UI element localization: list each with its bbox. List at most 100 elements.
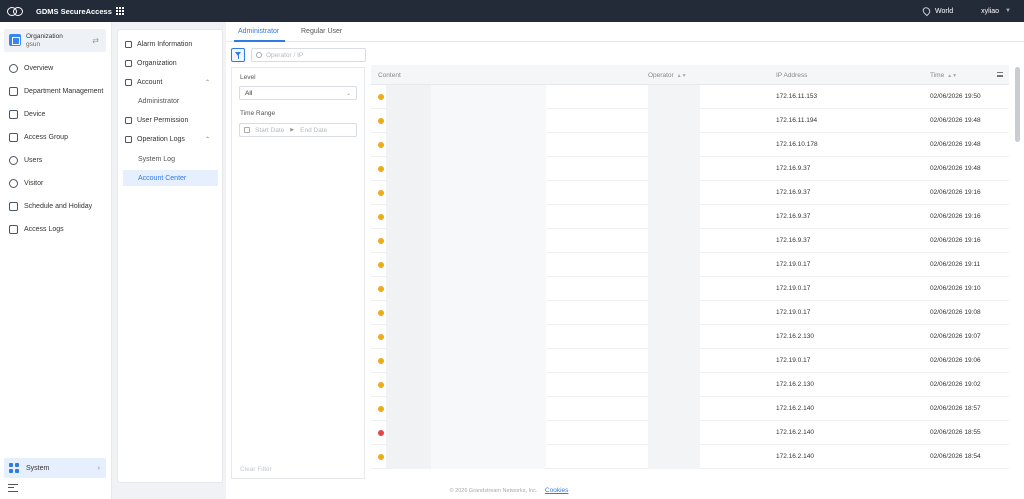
date-range-picker[interactable]: Start Date ▶ End Date (239, 123, 357, 137)
submenu-account[interactable]: Account ⌃ (118, 74, 222, 90)
submenu-label: System Log (138, 155, 175, 163)
nav-item-overview[interactable]: Overview (0, 60, 112, 76)
table-row[interactable]: 172.16.10.178 02/06/2026 19:48 (371, 133, 1009, 157)
time-cell: 02/06/2026 19:16 (930, 237, 981, 244)
chevron-down-icon[interactable]: ▼ (1005, 8, 1011, 14)
redacted-cell (648, 301, 700, 325)
warning-level-icon (378, 382, 384, 388)
redacted-cell (431, 109, 546, 133)
nav-item-department-management[interactable]: Department Management (0, 83, 112, 99)
organization-switcher[interactable]: Organization gsun ⇄ (4, 29, 106, 52)
search-box (251, 48, 366, 62)
overview-icon (9, 63, 18, 73)
clear-filter-button[interactable]: Clear Filter (240, 466, 272, 473)
submenu-system-log[interactable]: System Log (118, 151, 222, 167)
ip-address-cell: 172.16.9.37 (776, 213, 811, 220)
range-separator: ▶ (290, 127, 295, 133)
submenu-alarm-information[interactable]: Alarm Information (118, 36, 222, 52)
submenu-user-permission[interactable]: User Permission (118, 112, 222, 128)
organization-name: gsun (26, 41, 41, 48)
cookies-link[interactable]: Cookies (545, 487, 568, 494)
collapse-menu-icon[interactable] (8, 484, 18, 492)
redacted-cell (386, 373, 431, 397)
table-row[interactable]: 172.16.9.37 02/06/2026 19:16 (371, 229, 1009, 253)
redacted-cell (648, 157, 700, 181)
submenu-organization[interactable]: Organization (118, 55, 222, 71)
submenu-operation-logs[interactable]: Operation Logs ⌃ (118, 131, 222, 147)
warning-level-icon (378, 358, 384, 364)
table-row[interactable]: 172.16.9.37 02/06/2026 19:16 (371, 205, 1009, 229)
redacted-cell (386, 421, 431, 445)
app-title: GDMS SecureAccess (36, 6, 112, 16)
warning-level-icon (378, 190, 384, 196)
ip-address-cell: 172.19.0.17 (776, 309, 811, 316)
sort-icon[interactable]: ▲▼ (947, 73, 957, 79)
table-row[interactable]: 172.19.0.17 02/06/2026 19:06 (371, 349, 1009, 373)
level-select[interactable]: All ⌄ (239, 86, 357, 100)
redacted-cell (431, 133, 546, 157)
nav-item-schedule-and-holiday[interactable]: Schedule and Holiday (0, 198, 112, 214)
table-row[interactable]: 172.19.0.17 02/06/2026 19:11 (371, 253, 1009, 277)
swap-icon[interactable]: ⇄ (92, 36, 99, 45)
table-row[interactable]: 172.16.2.140 02/06/2026 18:57 (371, 397, 1009, 421)
redacted-cell (431, 301, 546, 325)
table-row[interactable]: 172.19.0.17 02/06/2026 19:08 (371, 301, 1009, 325)
column-settings-icon[interactable] (997, 72, 1003, 77)
start-date-field[interactable]: Start Date (255, 127, 284, 134)
table-row[interactable]: 172.16.9.37 02/06/2026 19:16 (371, 181, 1009, 205)
redacted-cell (648, 205, 700, 229)
warning-level-icon (378, 238, 384, 244)
submenu-administrator[interactable]: Administrator (118, 93, 222, 109)
end-date-field[interactable]: End Date (300, 127, 327, 134)
level-label: Level (240, 74, 256, 81)
submenu-label: User Permission (137, 116, 189, 124)
table-row[interactable]: 172.16.11.153 02/06/2026 19:50 (371, 85, 1009, 109)
nav-item-system[interactable]: System › (4, 458, 106, 478)
submenu-label: Account Center (138, 174, 187, 182)
table-row[interactable]: 172.16.11.194 02/06/2026 19:48 (371, 109, 1009, 133)
operation-logs-icon (125, 135, 132, 143)
device-icon (9, 109, 18, 119)
nav-item-label: Device (24, 110, 46, 118)
redacted-cell (386, 205, 431, 229)
submenu-label: Alarm Information (137, 40, 193, 48)
table-row[interactable]: 172.16.2.130 02/06/2026 19:07 (371, 325, 1009, 349)
filter-toggle-button[interactable] (231, 48, 245, 62)
app-grid-icon[interactable] (115, 7, 124, 15)
submenu-account-center[interactable]: Account Center (123, 170, 218, 186)
redacted-cell (648, 85, 700, 109)
table-row[interactable]: 172.16.2.140 02/06/2026 18:55 (371, 421, 1009, 445)
sort-icon[interactable]: ▲▼ (677, 73, 687, 79)
nav-item-access-group[interactable]: Access Group (0, 129, 112, 145)
time-cell: 02/06/2026 19:08 (930, 309, 981, 316)
tab-regular-user[interactable]: Regular User (301, 28, 342, 35)
error-level-icon (378, 430, 384, 436)
redacted-cell (431, 229, 546, 253)
main-content: Administrator Regular User Level All ⌄ T… (226, 22, 1024, 499)
organization-label: Organization (26, 33, 63, 40)
column-header-time[interactable]: Time ▲▼ (930, 72, 957, 79)
top-bar: GDMS SecureAccess World xyliao ▼ (0, 0, 1024, 22)
nav-item-visitor[interactable]: Visitor (0, 175, 112, 191)
time-cell: 02/06/2026 19:07 (930, 333, 981, 340)
table-row[interactable]: 172.16.2.130 02/06/2026 19:02 (371, 373, 1009, 397)
ip-address-cell: 172.16.2.140 (776, 405, 814, 412)
users-icon (9, 155, 18, 165)
nav-item-users[interactable]: Users (0, 152, 112, 168)
column-header-operator[interactable]: Operator ▲▼ (648, 72, 687, 79)
table-row[interactable]: 172.16.9.37 02/06/2026 19:48 (371, 157, 1009, 181)
nav-item-access-logs[interactable]: Access Logs (0, 221, 112, 237)
nav-item-device[interactable]: Device (0, 106, 112, 122)
submenu-label: Operation Logs (137, 135, 185, 143)
chevron-up-icon: ⌃ (204, 136, 210, 143)
search-input[interactable] (266, 51, 356, 59)
location-pin-icon[interactable] (921, 5, 932, 17)
table-row[interactable]: 172.19.0.17 02/06/2026 19:10 (371, 277, 1009, 301)
region-selector[interactable]: World (935, 8, 953, 15)
tab-administrator[interactable]: Administrator (238, 28, 279, 35)
ip-address-cell: 172.16.9.37 (776, 237, 811, 244)
table-row[interactable]: 172.16.2.140 02/06/2026 18:54 (371, 445, 1009, 469)
redacted-cell (386, 85, 431, 109)
table-scrollbar[interactable] (1015, 67, 1020, 142)
user-menu[interactable]: xyliao (981, 8, 999, 15)
